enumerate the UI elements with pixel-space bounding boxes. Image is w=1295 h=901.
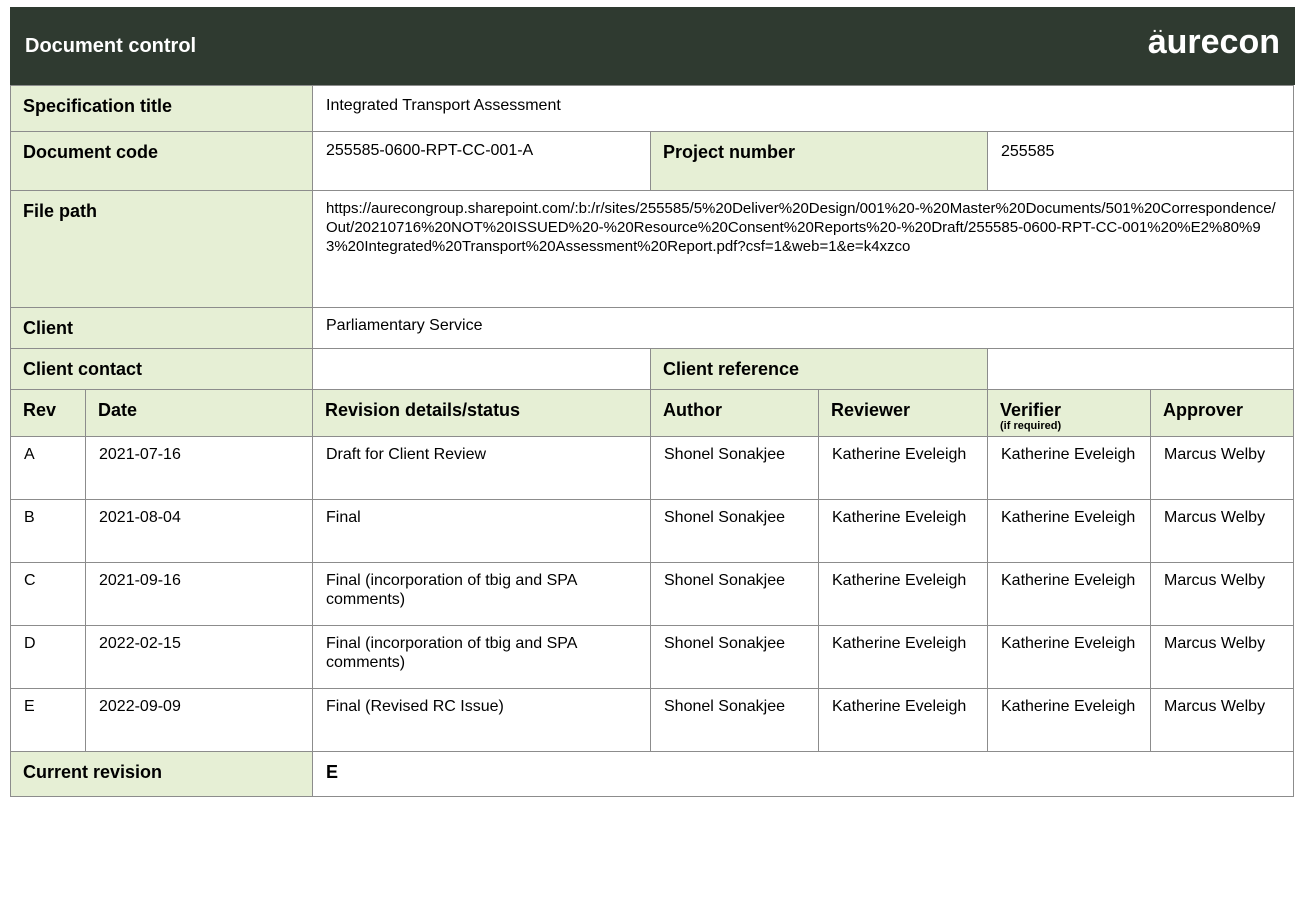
doc-code-value: 255585-0600-RPT-CC-001-A [312, 131, 651, 191]
date-cell: 2021-09-16 [85, 562, 313, 626]
client-contact-label: Client contact [10, 348, 313, 390]
col-header-date: Date [85, 389, 313, 437]
client-contact-value [312, 348, 651, 390]
current-revision-label: Current revision [10, 751, 313, 797]
details-cell: Final (incorporation of tbig and SPA com… [312, 625, 651, 689]
verifier-cell: Katherine Eveleigh [987, 688, 1151, 752]
verifier-note: (if required) [1000, 420, 1062, 432]
col-header-details: Revision details/status [312, 389, 651, 437]
document-control-block: Document control .. aurecon Specification… [10, 7, 1295, 797]
verifier-cell: Katherine Eveleigh [987, 499, 1151, 563]
client-contact-row: Client contact Client reference [10, 348, 1295, 390]
date-cell: 2021-08-04 [85, 499, 313, 563]
file-path-label: File path [10, 190, 313, 308]
verifier-label: Verifier [1000, 400, 1062, 420]
file-path-row: File path https://aurecongroup.sharepoin… [10, 190, 1295, 308]
reviewer-cell: Katherine Eveleigh [818, 625, 988, 689]
client-reference-value [986, 348, 1295, 390]
spec-title-row: Specification title Integrated Transport… [10, 85, 1295, 132]
reviewer-cell: Katherine Eveleigh [818, 436, 988, 500]
author-cell: Shonel Sonakjee [650, 499, 819, 563]
table-row: C 2021-09-16 Final (incorporation of tbi… [10, 562, 1295, 626]
col-header-approver: Approver [1149, 389, 1295, 437]
table-row: E 2022-09-09 Final (Revised RC Issue) Sh… [10, 688, 1295, 752]
spec-title-label: Specification title [10, 85, 313, 132]
details-cell: Final (Revised RC Issue) [312, 688, 651, 752]
project-number-label: Project number [650, 131, 988, 191]
current-revision-row: Current revision E [10, 751, 1295, 797]
project-number-value: 255585 [986, 131, 1295, 191]
current-revision-value: E [311, 751, 1295, 797]
reviewer-cell: Katherine Eveleigh [818, 562, 988, 626]
details-cell: Final [312, 499, 651, 563]
col-header-verifier: Verifier (if required) [987, 389, 1151, 437]
date-cell: 2022-02-15 [85, 625, 313, 689]
client-label: Client [10, 307, 313, 349]
approver-cell: Marcus Welby [1149, 625, 1295, 689]
author-cell: Shonel Sonakjee [650, 562, 819, 626]
verifier-cell: Katherine Eveleigh [987, 625, 1151, 689]
spec-title-value: Integrated Transport Assessment [311, 85, 1295, 132]
table-row: D 2022-02-15 Final (incorporation of tbi… [10, 625, 1295, 689]
rev-cell: D [10, 625, 86, 689]
doc-code-label: Document code [10, 131, 313, 191]
approver-cell: Marcus Welby [1149, 436, 1295, 500]
approver-cell: Marcus Welby [1149, 499, 1295, 563]
date-cell: 2022-09-09 [85, 688, 313, 752]
rev-cell: B [10, 499, 86, 563]
document-control-table: Specification title Integrated Transport… [10, 85, 1295, 797]
col-header-author: Author [650, 389, 819, 437]
details-cell: Final (incorporation of tbig and SPA com… [312, 562, 651, 626]
reviewer-cell: Katherine Eveleigh [818, 688, 988, 752]
document-control-header: Document control .. aurecon [10, 7, 1295, 85]
verifier-cell: Katherine Eveleigh [987, 562, 1151, 626]
client-reference-label: Client reference [650, 348, 988, 390]
approver-cell: Marcus Welby [1149, 688, 1295, 752]
date-cell: 2021-07-16 [85, 436, 313, 500]
logo-text: aurecon [1147, 22, 1280, 61]
client-value: Parliamentary Service [311, 307, 1295, 349]
verifier-cell: Katherine Eveleigh [987, 436, 1151, 500]
author-cell: Shonel Sonakjee [650, 436, 819, 500]
header-title: Document control [25, 34, 197, 57]
table-row: B 2021-08-04 Final Shonel Sonakjee Kathe… [10, 499, 1295, 563]
client-row: Client Parliamentary Service [10, 307, 1295, 349]
author-cell: Shonel Sonakjee [650, 688, 819, 752]
col-header-reviewer: Reviewer [818, 389, 988, 437]
rev-cell: A [10, 436, 86, 500]
author-cell: Shonel Sonakjee [650, 625, 819, 689]
revision-header-row: Rev Date Revision details/status Author … [10, 389, 1295, 437]
rev-cell: E [10, 688, 86, 752]
approver-cell: Marcus Welby [1149, 562, 1295, 626]
rev-cell: C [10, 562, 86, 626]
file-path-value: https://aurecongroup.sharepoint.com/:b:/… [311, 190, 1295, 308]
col-header-rev: Rev [10, 389, 86, 437]
doc-code-row: Document code 255585-0600-RPT-CC-001-A P… [10, 131, 1295, 191]
details-cell: Draft for Client Review [312, 436, 651, 500]
table-row: A 2021-07-16 Draft for Client Review Sho… [10, 436, 1295, 500]
reviewer-cell: Katherine Eveleigh [818, 499, 988, 563]
aurecon-logo: .. aurecon [1147, 18, 1280, 61]
